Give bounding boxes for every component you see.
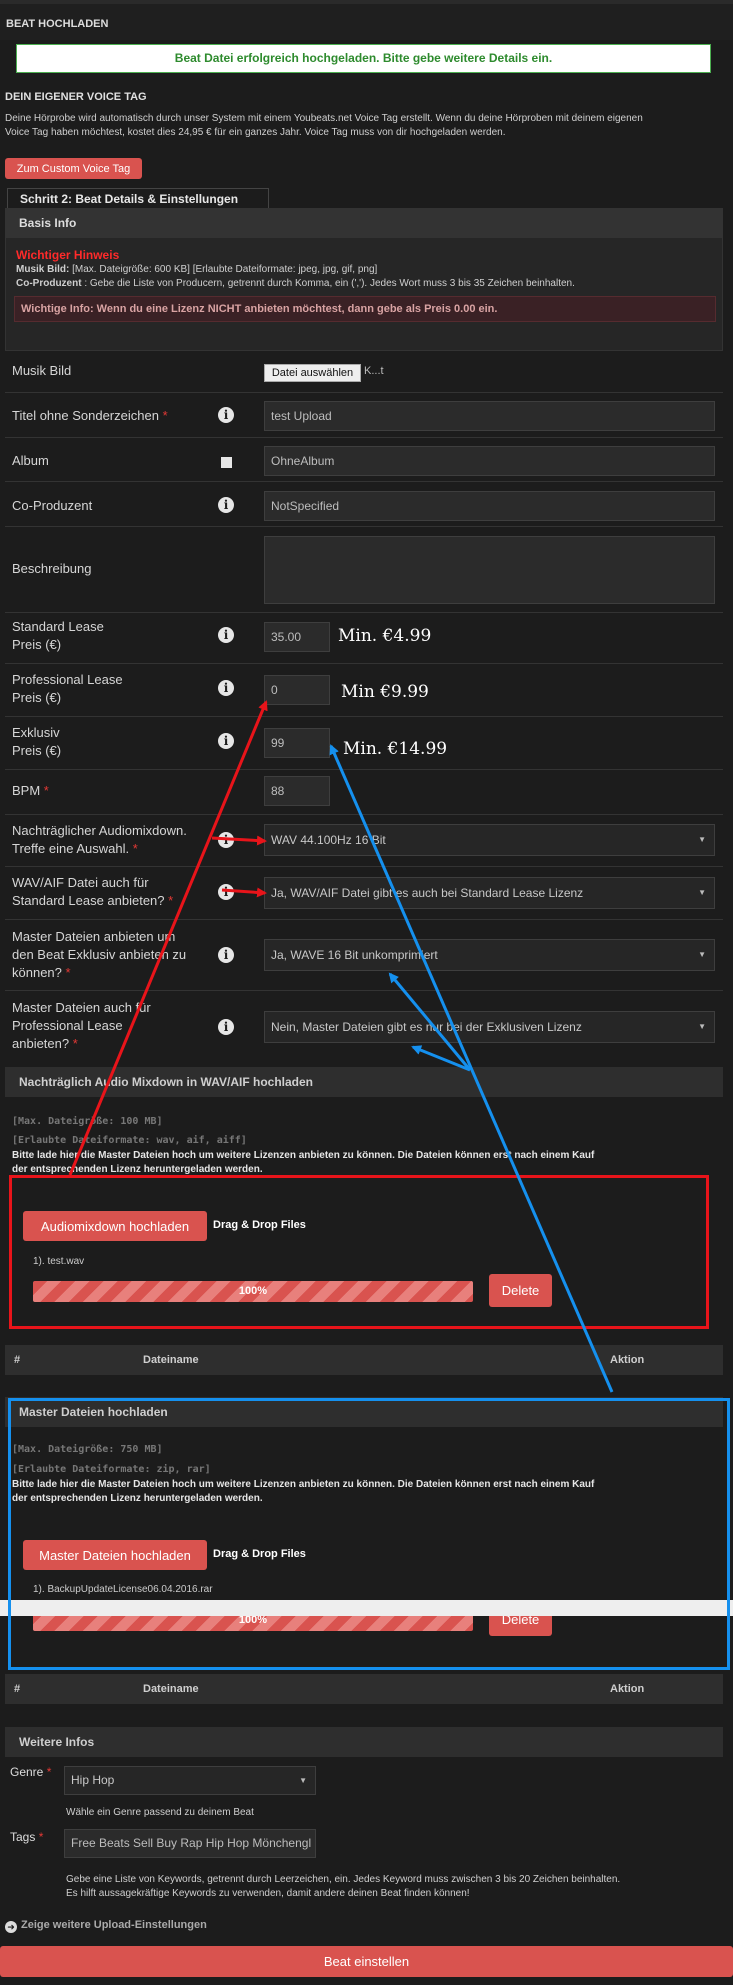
annotation-arrows <box>68 700 614 1393</box>
red-arrow <box>68 700 268 1176</box>
red-arrow <box>211 835 267 846</box>
blue-arrow <box>329 744 614 1393</box>
blue-arrow <box>388 972 472 1071</box>
red-arrow <box>221 887 267 898</box>
